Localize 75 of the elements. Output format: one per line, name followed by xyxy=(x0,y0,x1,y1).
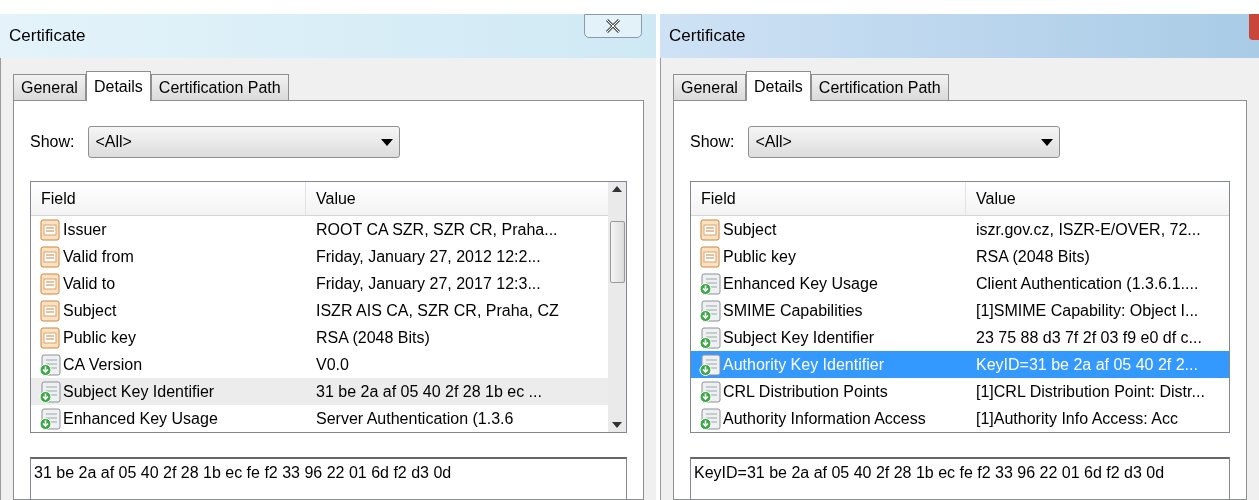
field-value: 23 75 88 d3 7f 2f 03 f9 e0 df c... xyxy=(975,327,1203,348)
tab[interactable]: Certification Path xyxy=(810,74,949,100)
show-label: Show: xyxy=(690,132,735,152)
close-button[interactable] xyxy=(584,14,642,38)
close-icon xyxy=(605,19,621,33)
tab[interactable]: General xyxy=(13,74,86,100)
document-download-icon xyxy=(699,272,721,295)
field-name: Issuer xyxy=(63,219,107,240)
window-title: Certificate xyxy=(9,25,86,48)
field-name: Enhanced Key Usage xyxy=(63,408,218,429)
field-value: [1]SMIME Capability: Object I... xyxy=(975,300,1200,321)
field-value: Server Authentication (1.3.6 xyxy=(315,408,515,429)
document-download-icon xyxy=(699,326,721,349)
scroll-up-icon[interactable] xyxy=(612,186,622,192)
list-row[interactable]: Subject Key Identifier 31 be 2a af 05 40 2f 28 1b ec ... xyxy=(31,378,608,405)
show-dropdown[interactable]: <All> xyxy=(748,126,1061,158)
field-value: Friday, January 27, 2017 12:3... xyxy=(315,273,542,294)
document-download-icon xyxy=(39,407,61,430)
field-name: SMIME Capabilities xyxy=(723,300,863,321)
column-header[interactable]: Field xyxy=(691,182,966,215)
document-icon xyxy=(699,218,721,241)
field-value: KeyID=31 be 2a af 05 40 2f 2... xyxy=(975,354,1199,375)
document-download-icon xyxy=(699,353,721,376)
field-name: Valid to xyxy=(63,273,116,294)
field-value: [1]CRL Distribution Point: Distr... xyxy=(975,381,1206,402)
document-download-icon xyxy=(39,353,61,376)
scrollbar[interactable] xyxy=(608,182,626,432)
value-text-box[interactable]: 31 be 2a af 05 40 2f 28 1b ec fe f2 33 96 22 01 6d f2 d3 0d xyxy=(30,457,627,500)
document-download-icon xyxy=(699,299,721,322)
field-name: Subject Key Identifier xyxy=(723,327,875,348)
document-icon xyxy=(39,326,61,349)
field-name: Enhanced Key Usage xyxy=(723,273,878,294)
field-value: [1]Authority Info Access: Acc xyxy=(975,408,1179,429)
value-text-box[interactable]: KeyID=31 be 2a af 05 40 2f 28 1b ec fe f2 33 96 22 01 6d f2 d3 0d xyxy=(690,457,1230,500)
show-dropdown[interactable]: <All> xyxy=(88,126,401,158)
document-download-icon xyxy=(699,380,721,403)
field-name: Public key xyxy=(63,327,136,348)
field-value: RSA (2048 Bits) xyxy=(975,246,1091,267)
field-value: RSA (2048 Bits) xyxy=(315,327,431,348)
field-name: Valid from xyxy=(63,246,134,267)
field-name: CA Version xyxy=(63,354,143,375)
field-name: Subject Key Identifier xyxy=(63,381,215,402)
field-value: ROOT CA SZR, SZR CR, Praha... xyxy=(315,219,559,240)
tab[interactable]: General xyxy=(673,74,746,100)
document-icon xyxy=(39,245,61,268)
field-name: Subject xyxy=(723,219,777,240)
document-icon xyxy=(699,245,721,268)
field-name: Authority Key Identifier xyxy=(723,354,884,375)
field-name: Authority Information Access xyxy=(723,408,926,429)
field-value: iszr.gov.cz, ISZR-E/OVER, 72... xyxy=(975,219,1202,240)
document-icon xyxy=(39,272,61,295)
column-header[interactable]: Value xyxy=(966,182,1229,215)
column-header[interactable]: Value xyxy=(306,182,608,215)
field-value: 31 be 2a af 05 40 2f 28 1b ec ... xyxy=(315,381,543,402)
show-label: Show: xyxy=(30,132,75,152)
document-download-icon xyxy=(39,380,61,403)
column-header[interactable]: Field xyxy=(31,182,306,215)
scroll-down-icon[interactable] xyxy=(612,422,622,428)
field-name: CRL Distribution Points xyxy=(723,381,888,402)
field-value: V0.0 xyxy=(315,354,350,375)
document-icon xyxy=(39,218,61,241)
window-title: Certificate xyxy=(669,25,746,48)
caret-icon xyxy=(1041,138,1054,146)
tab[interactable]: Details xyxy=(85,71,151,101)
field-name: Subject xyxy=(63,300,117,321)
scrollbar-thumb[interactable] xyxy=(609,221,625,283)
field-value: Client Authentication (1.3.6.1.... xyxy=(975,273,1200,294)
tab[interactable]: Details xyxy=(745,71,811,101)
caret-icon xyxy=(381,138,394,146)
field-value: Friday, January 27, 2012 12:2... xyxy=(315,246,542,267)
document-download-icon xyxy=(699,407,721,430)
tab[interactable]: Certification Path xyxy=(150,74,289,100)
document-icon xyxy=(39,299,61,322)
field-name: Public key xyxy=(723,246,796,267)
field-value: ISZR AIS CA, SZR CR, Praha, CZ xyxy=(315,300,560,321)
